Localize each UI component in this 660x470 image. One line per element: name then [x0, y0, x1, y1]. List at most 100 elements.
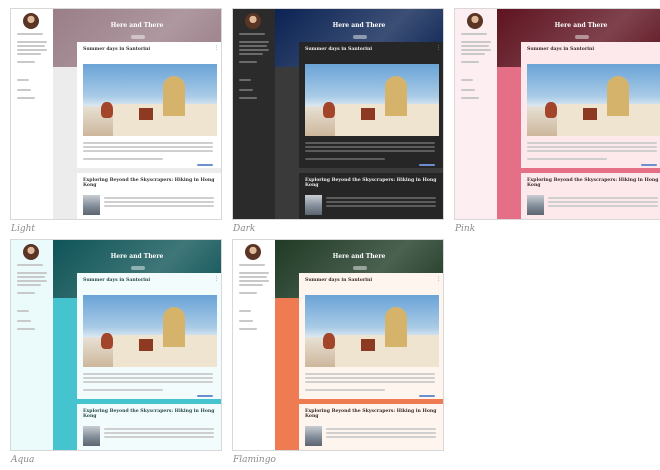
post-card[interactable]: Summer days in Santorini⋮	[299, 42, 443, 168]
theme-caption: Light	[11, 224, 36, 234]
post-thumbnail	[83, 426, 100, 446]
sidebar-text-line[interactable]	[239, 320, 253, 322]
theme-preview-pink[interactable]: Here and There Summer days in Santorini⋮ E…	[454, 8, 660, 220]
post-card[interactable]: Summer days in Santorini⋮	[299, 273, 443, 399]
post-thumbnail	[527, 195, 544, 215]
post-title[interactable]: Summer days in Santorini	[305, 278, 437, 283]
post-image	[527, 64, 660, 136]
read-more-link[interactable]	[419, 395, 435, 397]
image-door	[361, 339, 375, 351]
post-snippet-line	[326, 201, 436, 203]
sidebar-text-line	[17, 280, 47, 282]
image-door	[139, 108, 153, 120]
post-image	[83, 295, 217, 367]
sidebar-text-line[interactable]	[461, 79, 473, 81]
sidebar-text-line[interactable]	[239, 328, 257, 330]
share-icon[interactable]: ⋮	[436, 45, 441, 51]
read-more-link[interactable]	[197, 395, 213, 397]
sidebar-text-line[interactable]	[17, 328, 35, 330]
sidebar-text-line[interactable]	[17, 320, 31, 322]
sidebar-text-line[interactable]	[239, 89, 253, 91]
post-snippet-line	[83, 150, 213, 152]
post-card[interactable]: Exploring Beyond the Skyscrapers: Hiking…	[299, 173, 443, 219]
post-title[interactable]: Exploring Beyond the Skyscrapers: Hiking…	[305, 409, 437, 420]
read-more-link[interactable]	[419, 164, 435, 166]
sidebar	[455, 9, 497, 219]
post-card[interactable]: Summer days in Santorini⋮	[77, 273, 221, 399]
post-thumbnail	[83, 195, 100, 215]
post-snippet-line	[104, 201, 214, 203]
image-pot	[545, 102, 557, 118]
post-title[interactable]: Summer days in Santorini	[83, 47, 215, 52]
sidebar-text-line[interactable]	[17, 89, 31, 91]
image-tower	[607, 76, 629, 116]
post-card[interactable]: Exploring Beyond the Skyscrapers: Hiking…	[299, 404, 443, 450]
post-image	[305, 295, 439, 367]
share-icon[interactable]: ⋮	[214, 45, 219, 51]
post-title[interactable]: Exploring Beyond the Skyscrapers: Hiking…	[527, 178, 659, 189]
post-title[interactable]: Summer days in Santorini	[83, 278, 215, 283]
image-pot	[323, 333, 335, 349]
blog-title: Here and There	[332, 22, 386, 29]
theme-caption: Flamingo	[233, 455, 276, 465]
post-title[interactable]: Summer days in Santorini	[305, 47, 437, 52]
theme-preview-flamingo[interactable]: Here and There Summer days in Santorini ⋮ E…	[232, 239, 444, 451]
post-snippet-line	[83, 377, 213, 379]
sidebar-text-line[interactable]	[461, 97, 479, 99]
sidebar-text-line	[17, 33, 43, 35]
post-snippet-line	[527, 150, 657, 152]
share-icon[interactable]: ⋮	[436, 276, 441, 282]
image-pot	[101, 102, 113, 118]
post-snippet-line	[305, 381, 435, 383]
sidebar-text-line[interactable]	[17, 310, 29, 312]
sidebar-text-line	[239, 276, 267, 278]
blog-title: Here and There	[554, 22, 608, 29]
sidebar-text-line	[239, 61, 257, 63]
theme-preview-light[interactable]: Here and There Summer days in Santorini ⋮ E…	[10, 8, 222, 220]
image-tower	[163, 307, 185, 347]
post-snippet-line	[326, 436, 436, 438]
sidebar-text-line[interactable]	[17, 79, 29, 81]
post-card[interactable]: Exploring Beyond the Skyscrapers: Hiking…	[77, 404, 221, 450]
sidebar-text-line[interactable]	[239, 79, 251, 81]
subscribe-button[interactable]	[353, 266, 367, 270]
post-title[interactable]: Exploring Beyond the Skyscrapers: Hiking…	[83, 409, 215, 420]
post-title[interactable]: Exploring Beyond the Skyscrapers: Hiking…	[83, 178, 215, 189]
sidebar-text-line	[17, 49, 47, 51]
subscribe-button[interactable]	[353, 35, 367, 39]
sidebar-text-line	[461, 53, 485, 55]
avatar	[245, 244, 261, 260]
read-more-link[interactable]	[641, 164, 657, 166]
sidebar-text-line	[17, 41, 47, 43]
post-title[interactable]: Summer days in Santorini	[527, 47, 659, 52]
sidebar-text-line[interactable]	[461, 89, 475, 91]
sidebar-text-line	[461, 41, 491, 43]
read-more-link[interactable]	[197, 164, 213, 166]
image-pot	[323, 102, 335, 118]
sidebar-text-line	[17, 276, 45, 278]
sidebar-text-line[interactable]	[239, 97, 257, 99]
theme-caption: Aqua	[11, 455, 35, 465]
theme-preview-aqua[interactable]: Here and There Summer days in Santorini ⋮ E…	[10, 239, 222, 451]
theme-preview-dark[interactable]: Here and There Summer days in Santorini ⋮ E…	[232, 8, 444, 220]
post-snippet-line	[104, 436, 214, 438]
subscribe-button[interactable]	[131, 266, 145, 270]
sidebar-text-line[interactable]	[17, 97, 35, 99]
subscribe-button[interactable]	[575, 35, 589, 39]
sidebar-text-line	[17, 272, 47, 274]
post-snippet-line	[83, 389, 163, 391]
blog-title: Here and There	[110, 22, 164, 29]
sidebar-text-line[interactable]	[239, 310, 251, 312]
subscribe-button[interactable]	[131, 35, 145, 39]
post-card[interactable]: Summer days in Santorini⋮	[521, 42, 660, 168]
post-snippet-line	[527, 146, 657, 148]
post-snippet-line	[305, 158, 385, 160]
image-tower	[385, 307, 407, 347]
post-snippet-line	[326, 197, 436, 199]
post-title[interactable]: Exploring Beyond the Skyscrapers: Hiking…	[305, 178, 437, 189]
post-card[interactable]: Exploring Beyond the Skyscrapers: Hiking…	[77, 173, 221, 219]
post-snippet-line	[305, 377, 435, 379]
share-icon[interactable]: ⋮	[214, 276, 219, 282]
post-card[interactable]: Exploring Beyond the Skyscrapers: Hiking…	[521, 173, 660, 219]
post-card[interactable]: Summer days in Santorini⋮	[77, 42, 221, 168]
